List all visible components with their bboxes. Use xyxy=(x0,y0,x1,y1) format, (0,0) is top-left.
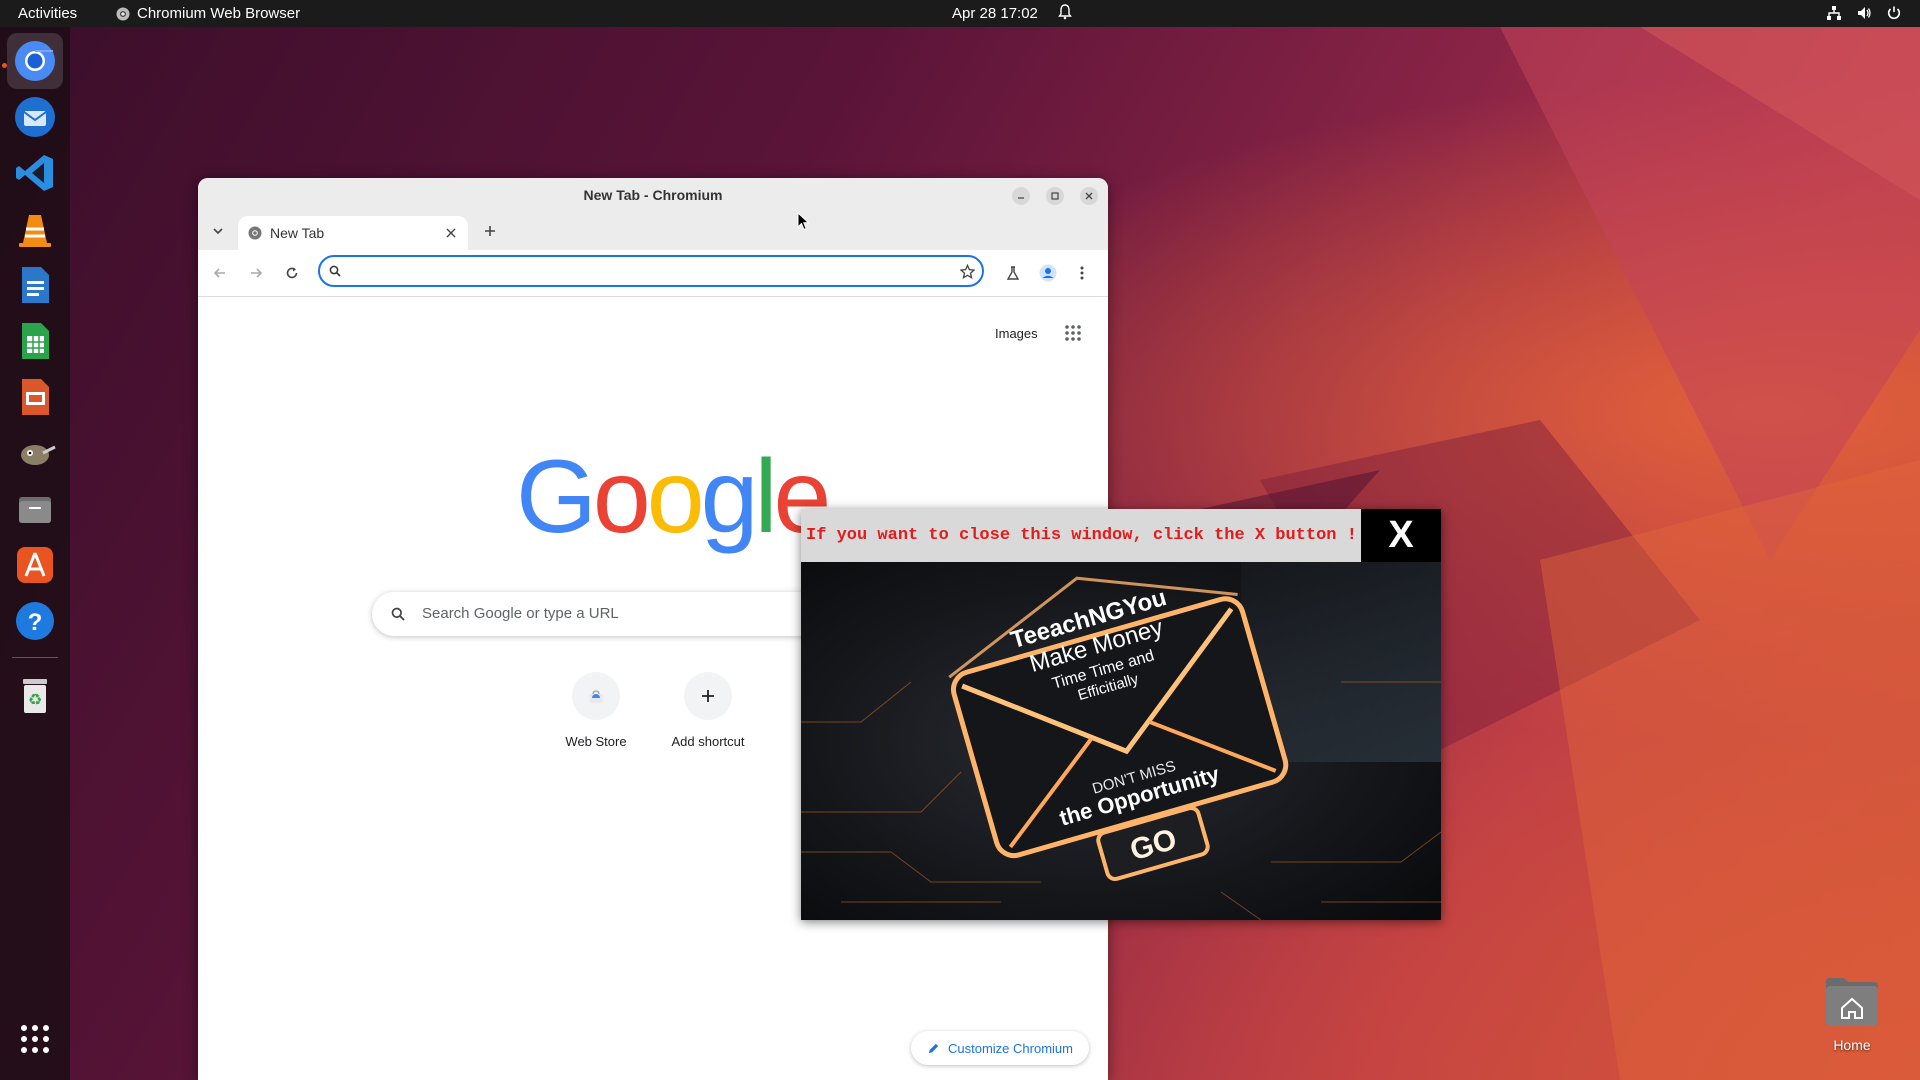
top-bar: Activities Chromium Web Browser Apr 28 1… xyxy=(0,0,1920,27)
menu-button[interactable] xyxy=(1070,261,1094,285)
dock-separator xyxy=(12,657,58,658)
forward-arrow-icon xyxy=(251,268,263,278)
apps-grid-icon xyxy=(1065,325,1081,341)
tab-close-icon[interactable] xyxy=(446,228,456,238)
chevron-down-icon xyxy=(213,228,223,235)
maximize-icon xyxy=(1051,192,1059,200)
new-tab-button[interactable] xyxy=(478,219,502,243)
flask-icon xyxy=(1006,266,1020,280)
minimize-button[interactable] xyxy=(1012,187,1030,205)
customize-label: Customize Chromium xyxy=(948,1040,1073,1056)
popup-ad: If you want to close this window, click … xyxy=(801,509,1441,920)
desktop-home-icon[interactable]: Home xyxy=(1824,976,1880,1053)
bell-icon[interactable] xyxy=(1058,4,1072,24)
vlc-icon[interactable] xyxy=(7,201,63,257)
google-apps-button[interactable] xyxy=(1065,325,1081,346)
minimize-icon xyxy=(1018,197,1024,199)
logo-letter: o xyxy=(592,439,651,555)
forward-button[interactable] xyxy=(244,261,268,285)
images-link[interactable]: Images xyxy=(995,326,1038,341)
home-label: Home xyxy=(1833,1037,1871,1053)
reload-button[interactable] xyxy=(280,261,304,285)
volume-icon xyxy=(1858,7,1871,19)
add-shortcut-tile xyxy=(684,672,732,720)
app-center-icon[interactable] xyxy=(7,537,63,593)
toolbar xyxy=(198,250,1108,297)
logo-letter: g xyxy=(700,439,759,555)
maximize-button[interactable] xyxy=(1046,187,1064,205)
popup-message: If you want to close this window, click … xyxy=(806,526,1357,545)
customize-chromium-button[interactable]: Customize Chromium xyxy=(911,1031,1089,1065)
address-bar[interactable] xyxy=(318,255,984,287)
pencil-icon xyxy=(928,1043,939,1053)
calc-icon[interactable] xyxy=(7,313,63,369)
help-icon[interactable]: ? xyxy=(7,593,63,649)
window-title: New Tab - Chromium xyxy=(583,187,723,203)
dock: ? ♻ xyxy=(0,27,70,1080)
vscode-icon[interactable] xyxy=(7,145,63,201)
shortcut-label: Add shortcut xyxy=(671,734,745,749)
profile-button[interactable] xyxy=(1036,261,1060,285)
gimp-icon[interactable] xyxy=(7,425,63,481)
close-window-button[interactable] xyxy=(1080,187,1098,205)
tab-new-tab[interactable]: New Tab xyxy=(238,216,468,250)
activities-button[interactable]: Activities xyxy=(18,5,77,22)
shortcut-add[interactable]: Add shortcut xyxy=(658,672,758,749)
tab-search-button[interactable] xyxy=(206,219,230,243)
back-arrow-icon xyxy=(213,268,225,278)
logo-letter: o xyxy=(646,439,705,555)
logo-letter: G xyxy=(516,439,597,555)
svg-text:♻: ♻ xyxy=(28,692,42,709)
tab-label: New Tab xyxy=(270,225,325,241)
tab-strip: New Tab xyxy=(198,212,1108,250)
show-apps-icon[interactable] xyxy=(7,1011,63,1067)
app-menu[interactable]: Chromium Web Browser xyxy=(116,5,300,22)
avatar-icon xyxy=(1039,264,1057,282)
impress-icon[interactable] xyxy=(7,369,63,425)
popup-header: If you want to close this window, click … xyxy=(801,509,1361,562)
svg-text:?: ? xyxy=(28,609,43,636)
web-store-icon xyxy=(589,690,603,703)
clock[interactable]: Apr 28 17:02 xyxy=(952,5,1038,22)
thunderbird-icon[interactable] xyxy=(7,89,63,145)
labs-button[interactable] xyxy=(1001,261,1025,285)
title-bar[interactable]: New Tab - Chromium xyxy=(198,178,1108,212)
search-placeholder: Search Google or type a URL xyxy=(422,605,619,622)
kebab-menu-icon xyxy=(1080,266,1084,280)
mouse-cursor xyxy=(797,212,810,231)
reload-icon xyxy=(286,267,298,279)
popup-ad-image[interactable]: TeeachNGYou Make Money Time Time and Eff… xyxy=(801,562,1441,920)
chromium-icon[interactable] xyxy=(7,33,63,89)
google-logo: Google xyxy=(516,445,831,549)
shortcut-web-store[interactable]: Web Store xyxy=(546,672,646,749)
network-icon xyxy=(1827,6,1841,20)
plus-icon xyxy=(485,226,495,236)
system-tray[interactable] xyxy=(1826,5,1902,21)
plus-icon xyxy=(702,690,714,702)
close-icon xyxy=(1085,192,1093,200)
chromium-tab-icon xyxy=(248,226,262,240)
chromium-small-icon xyxy=(116,7,130,20)
back-button[interactable] xyxy=(208,261,232,285)
logo-letter: l xyxy=(754,439,777,555)
home-folder-icon xyxy=(1826,978,1878,1026)
popup-close-button[interactable]: X xyxy=(1361,509,1441,562)
search-icon xyxy=(391,607,405,621)
shortcut-label: Web Store xyxy=(565,734,627,749)
web-store-tile xyxy=(572,672,620,720)
trash-icon[interactable]: ♻ xyxy=(7,667,63,723)
bookmark-star-icon[interactable] xyxy=(960,264,975,279)
files-icon[interactable] xyxy=(7,481,63,537)
power-icon xyxy=(1887,6,1901,20)
search-icon xyxy=(329,265,341,277)
app-name: Chromium Web Browser xyxy=(137,5,301,22)
writer-icon[interactable] xyxy=(7,257,63,313)
